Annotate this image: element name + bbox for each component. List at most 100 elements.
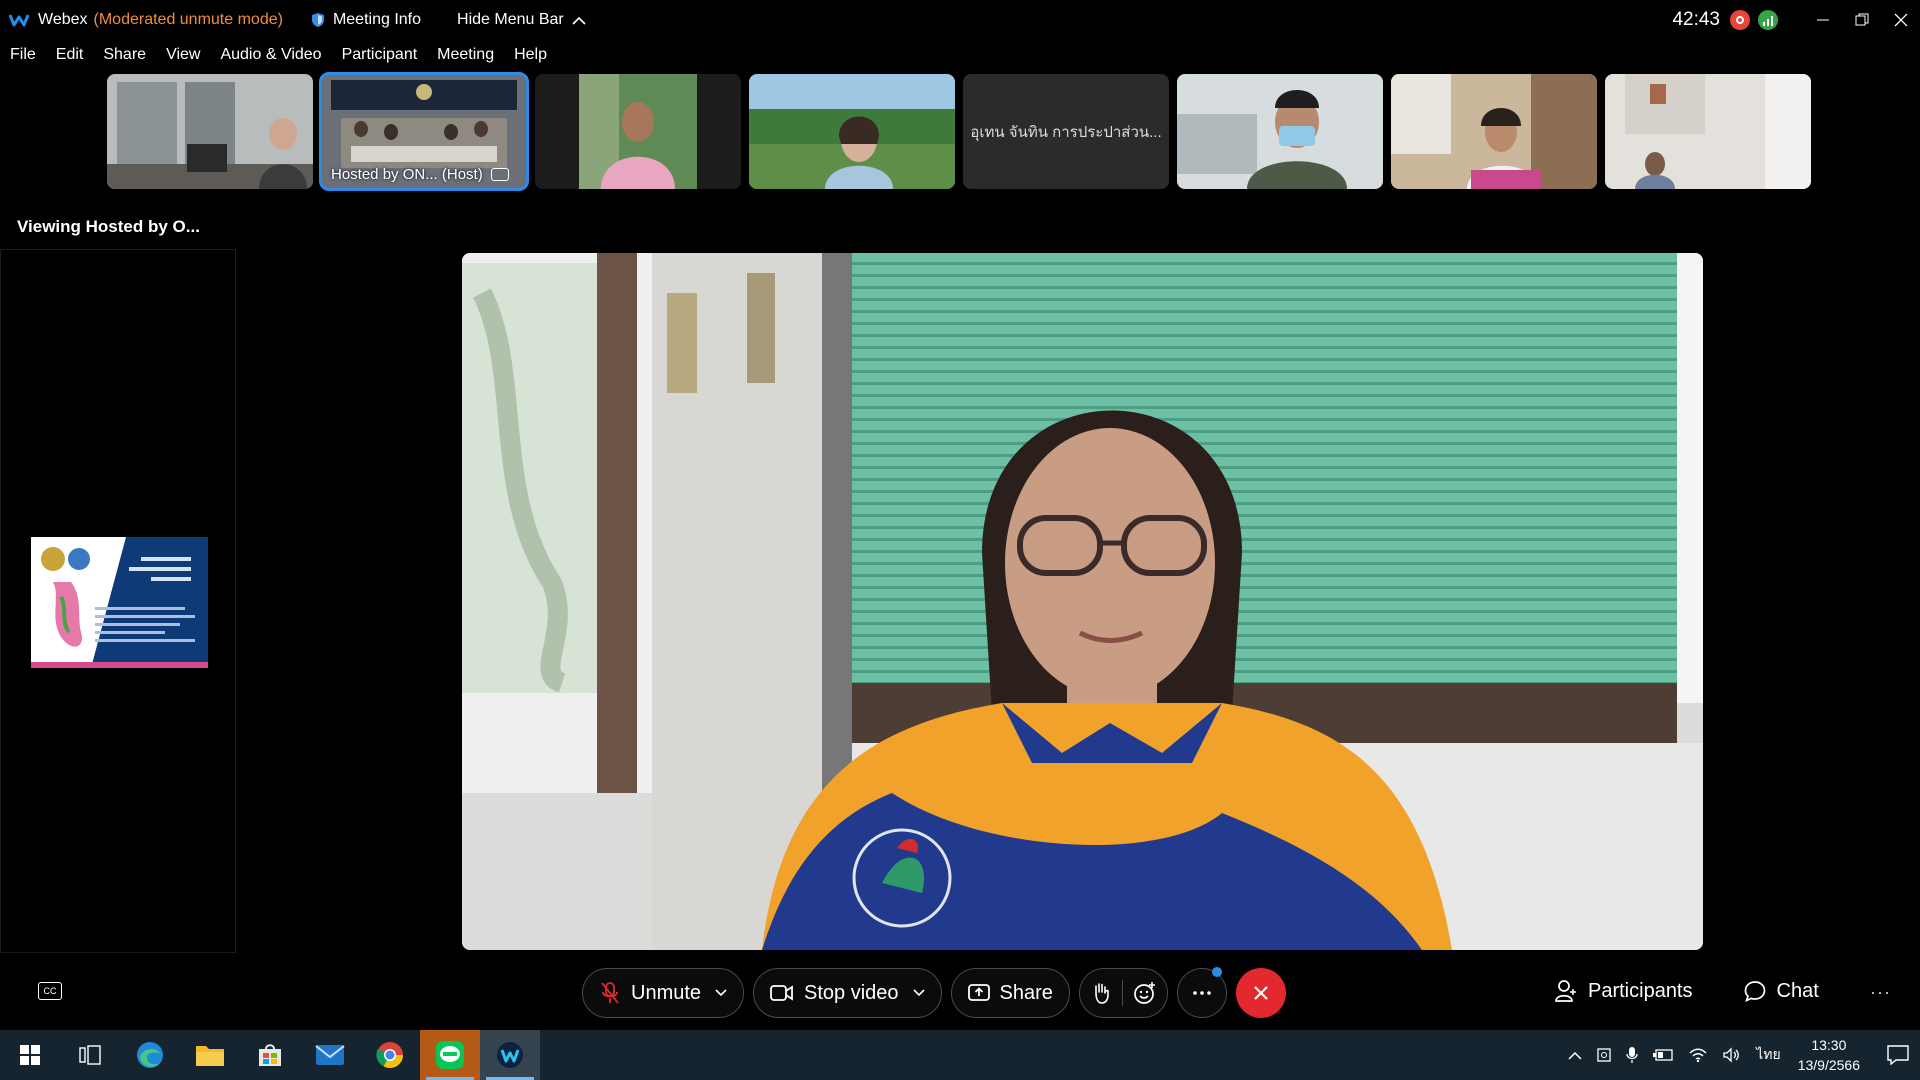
participant-thumbnail[interactable] bbox=[749, 74, 955, 189]
participant-thumbnail[interactable] bbox=[1177, 74, 1383, 189]
minimize-button[interactable] bbox=[1804, 0, 1842, 40]
store-taskbar-button[interactable] bbox=[240, 1030, 300, 1080]
reaction-emoji-icon[interactable] bbox=[1133, 981, 1157, 1005]
notification-icon bbox=[1887, 1045, 1909, 1065]
unmute-label: Unmute bbox=[631, 981, 702, 1004]
system-tray: ไทย 13:30 13/9/2566 bbox=[1561, 1030, 1920, 1080]
line-taskbar-button[interactable] bbox=[420, 1030, 480, 1080]
unmute-button[interactable]: Unmute bbox=[582, 968, 745, 1018]
microphone-icon bbox=[1626, 1047, 1638, 1063]
participant-name: อุเทน จันทิน การประปาส่วน... bbox=[970, 123, 1162, 141]
taskbar-clock[interactable]: 13:30 13/9/2566 bbox=[1798, 1035, 1860, 1075]
meeting-info-button[interactable]: Meeting Info bbox=[311, 11, 421, 29]
menu-share[interactable]: Share bbox=[103, 46, 146, 64]
meeting-timer: 42:43 bbox=[1672, 9, 1720, 30]
sharing-icon bbox=[490, 168, 509, 181]
volume-tray-button[interactable] bbox=[1722, 1047, 1742, 1063]
close-button[interactable] bbox=[1882, 0, 1920, 40]
microphone-tray-button[interactable] bbox=[1626, 1046, 1638, 1064]
restore-button[interactable] bbox=[1843, 0, 1881, 40]
menu-meeting[interactable]: Meeting bbox=[437, 46, 494, 64]
more-icon bbox=[1193, 991, 1211, 995]
shared-content-panel[interactable] bbox=[0, 249, 236, 953]
windows-logo-icon bbox=[20, 1045, 40, 1065]
webex-taskbar-button[interactable] bbox=[480, 1030, 540, 1080]
chevron-up-icon bbox=[572, 16, 586, 25]
meet-now-button[interactable] bbox=[1596, 1047, 1612, 1063]
task-view-button[interactable] bbox=[60, 1030, 120, 1080]
close-icon bbox=[1894, 13, 1908, 27]
viewing-label: Viewing Hosted by O... bbox=[17, 217, 200, 236]
participant-thumbnail[interactable] bbox=[1391, 74, 1597, 189]
mail-icon bbox=[315, 1045, 345, 1065]
stop-video-label: Stop video bbox=[804, 981, 899, 1004]
raise-hand-icon[interactable] bbox=[1090, 981, 1112, 1005]
chat-button[interactable]: Chat bbox=[1743, 979, 1819, 1003]
leave-meeting-button[interactable] bbox=[1235, 968, 1286, 1018]
panel-controls: Participants Chat bbox=[1554, 979, 1819, 1003]
line-app-icon bbox=[436, 1041, 464, 1069]
start-button[interactable] bbox=[0, 1030, 60, 1080]
participant-thumbnail[interactable] bbox=[535, 74, 741, 189]
battery-tray-button[interactable] bbox=[1652, 1048, 1674, 1062]
menu-audio-video[interactable]: Audio & Video bbox=[220, 46, 321, 64]
chevron-up-icon bbox=[1568, 1051, 1582, 1060]
meeting-mode: (Moderated unmute mode) bbox=[93, 11, 283, 28]
clock-date: 13/9/2566 bbox=[1797, 1057, 1860, 1073]
active-speaker-video[interactable] bbox=[462, 253, 1703, 950]
notification-dot bbox=[1211, 967, 1222, 977]
participant-thumbnail[interactable] bbox=[107, 74, 313, 189]
edge-browser-icon bbox=[137, 1042, 163, 1068]
restore-icon bbox=[1855, 13, 1869, 26]
input-language-button[interactable]: ไทย bbox=[1756, 1044, 1780, 1066]
shield-icon bbox=[311, 13, 324, 27]
share-label: Share bbox=[999, 981, 1053, 1004]
app-name: Webex bbox=[38, 11, 88, 28]
participants-icon bbox=[1555, 980, 1576, 1002]
participant-video bbox=[1605, 74, 1811, 189]
participants-button[interactable]: Participants bbox=[1554, 979, 1693, 1003]
network-health-icon[interactable] bbox=[1758, 10, 1778, 30]
hide-menu-bar-button[interactable]: Hide Menu Bar bbox=[457, 11, 586, 29]
participant-video bbox=[749, 74, 955, 189]
stop-video-button[interactable]: Stop video bbox=[753, 968, 942, 1018]
menu-help[interactable]: Help bbox=[514, 46, 547, 64]
more-options-button[interactable] bbox=[1176, 967, 1227, 1018]
show-hidden-icons-button[interactable] bbox=[1568, 1051, 1582, 1060]
share-screen-icon bbox=[967, 984, 990, 1001]
participant-video bbox=[535, 74, 741, 189]
store-icon bbox=[259, 1044, 281, 1066]
participant-filmstrip: Hosted by ON... (Host) อุเทน จันทิน การป… bbox=[107, 72, 1811, 191]
chevron-down-icon[interactable] bbox=[715, 989, 727, 997]
chat-icon bbox=[1744, 981, 1765, 1003]
recording-icon[interactable] bbox=[1730, 10, 1750, 30]
wifi-icon bbox=[1689, 1048, 1707, 1063]
file-explorer-taskbar-button[interactable] bbox=[180, 1030, 240, 1080]
chrome-browser-icon bbox=[376, 1042, 404, 1069]
edge-taskbar-button[interactable] bbox=[120, 1030, 180, 1080]
share-button[interactable]: Share bbox=[950, 968, 1070, 1018]
microphone-muted-icon bbox=[601, 982, 619, 1004]
participant-thumbnail-host[interactable]: Hosted by ON... (Host) bbox=[319, 72, 529, 191]
notification-center-button[interactable] bbox=[1876, 1030, 1920, 1080]
wifi-tray-button[interactable] bbox=[1688, 1047, 1708, 1063]
mail-taskbar-button[interactable] bbox=[300, 1030, 360, 1080]
menu-file[interactable]: File bbox=[10, 46, 36, 64]
menu-view[interactable]: View bbox=[166, 46, 200, 64]
participant-video bbox=[107, 74, 313, 189]
speaker-video-frame bbox=[462, 253, 1703, 950]
menu-edit[interactable]: Edit bbox=[56, 46, 84, 64]
participant-thumbnail-no-video[interactable]: อุเทน จันทิน การประปาส่วน... bbox=[963, 74, 1169, 189]
participant-thumbnail[interactable] bbox=[1605, 74, 1811, 189]
participants-label: Participants bbox=[1588, 979, 1693, 1002]
closed-caption-button[interactable]: CC bbox=[38, 982, 62, 1000]
participant-video bbox=[1177, 74, 1383, 189]
panel-more-button[interactable]: ··· bbox=[1870, 982, 1891, 1003]
chevron-down-icon[interactable] bbox=[912, 989, 925, 997]
chrome-taskbar-button[interactable] bbox=[360, 1030, 420, 1080]
video-camera-icon bbox=[770, 985, 793, 1001]
shared-slide-image bbox=[31, 537, 208, 668]
folder-icon bbox=[196, 1046, 224, 1066]
menu-participant[interactable]: Participant bbox=[342, 46, 418, 64]
camera-tray-icon bbox=[1597, 1048, 1611, 1062]
